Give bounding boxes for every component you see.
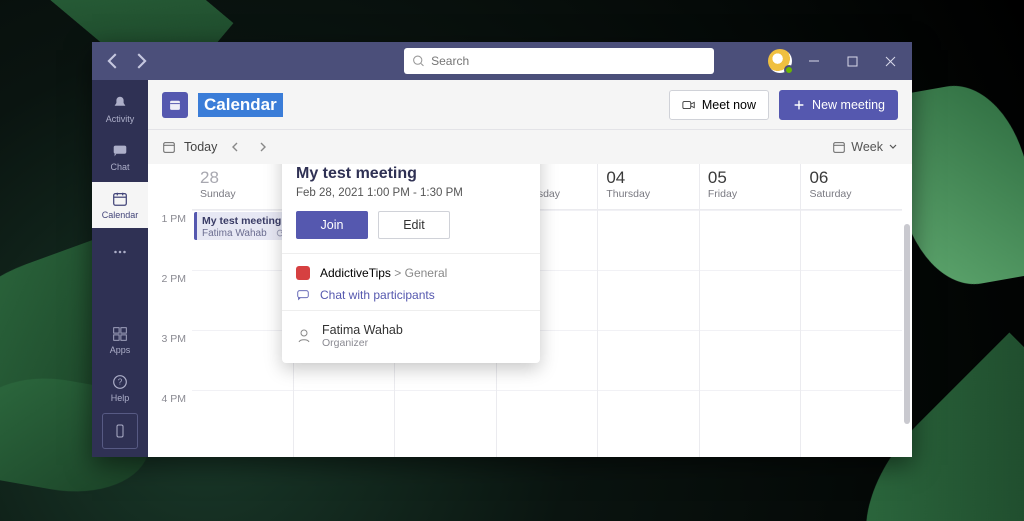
time-label: 2 PM	[148, 270, 192, 330]
calendar-grid: 28Sunday 01Monday 02Tuesday 03Wednesday …	[148, 164, 912, 457]
rail-label: Calendar	[102, 210, 139, 220]
rail-item-help[interactable]: ? Help	[92, 365, 148, 411]
rail-item-more[interactable]	[92, 230, 148, 276]
video-icon	[682, 98, 696, 112]
view-label: Week	[851, 140, 883, 154]
app-rail: Activity Chat Calendar Apps ? H	[92, 80, 148, 457]
rail-item-activity[interactable]: Activity	[92, 86, 148, 132]
maximize-icon	[847, 56, 858, 67]
day-column[interactable]	[800, 210, 902, 457]
team-avatar-icon	[296, 266, 310, 280]
chat-link[interactable]: Chat with participants	[320, 288, 435, 302]
rail-label: Help	[111, 393, 130, 403]
svg-text:?: ?	[118, 378, 123, 387]
today-button[interactable]: Today	[184, 140, 217, 154]
day-column[interactable]: My test meeting Fatima Wahab⟳	[192, 210, 293, 457]
calendar-badge-icon	[162, 92, 188, 118]
divider	[282, 253, 540, 254]
button-label: New meeting	[812, 98, 885, 112]
time-label: 1 PM	[148, 210, 192, 270]
channel-name: General	[405, 266, 448, 280]
time-label: 4 PM	[148, 390, 192, 450]
chat-row[interactable]: Chat with participants	[296, 288, 526, 302]
scrollbar-thumb[interactable]	[904, 224, 910, 424]
button-label: Meet now	[702, 98, 756, 112]
today-icon	[162, 140, 176, 154]
chat-icon	[296, 288, 310, 302]
presence-badge	[784, 65, 794, 75]
meet-now-button[interactable]: Meet now	[669, 90, 769, 120]
chat-icon	[111, 142, 129, 160]
forward-button[interactable]	[130, 49, 152, 73]
popover-title: My test meeting	[296, 165, 526, 183]
event-title: My test meeting	[202, 215, 286, 227]
divider	[282, 310, 540, 311]
chevron-left-icon	[229, 141, 241, 153]
search-box[interactable]	[404, 48, 714, 74]
prev-week-button[interactable]	[225, 137, 245, 157]
time-label: 3 PM	[148, 330, 192, 390]
minimize-button[interactable]	[798, 47, 830, 75]
join-button[interactable]: Join	[296, 211, 368, 239]
chevron-down-icon	[888, 142, 898, 152]
calendar-icon	[111, 190, 129, 208]
day-column[interactable]	[597, 210, 699, 457]
new-meeting-button[interactable]: New meeting	[779, 90, 898, 120]
main-area: Calendar Meet now New meeting Today	[148, 80, 912, 457]
person-name: Fatima Wahab	[322, 323, 403, 337]
rail-item-calendar[interactable]: Calendar	[92, 182, 148, 228]
page-title: Calendar	[198, 93, 283, 117]
person-role: Organizer	[322, 337, 403, 349]
rail-item-download[interactable]	[102, 413, 138, 449]
time-gutter: 1 PM 2 PM 3 PM 4 PM	[148, 210, 192, 457]
titlebar	[92, 42, 912, 80]
event-organizer: Fatima Wahab	[202, 228, 267, 239]
search-input[interactable]	[431, 54, 706, 68]
channel-separator: >	[394, 266, 401, 280]
help-icon: ?	[111, 373, 129, 391]
app-header: Calendar Meet now New meeting	[148, 80, 912, 130]
chevron-left-icon	[102, 50, 124, 72]
rail-label: Apps	[110, 345, 131, 355]
meeting-popover: My calendar My test meeting Feb 28, 2021…	[282, 164, 540, 363]
day-header[interactable]: 05Friday	[699, 164, 801, 209]
rail-item-apps[interactable]: Apps	[92, 317, 148, 363]
minimize-icon	[808, 55, 820, 67]
more-icon	[111, 243, 129, 261]
close-icon	[885, 56, 896, 67]
close-button[interactable]	[874, 47, 906, 75]
channel-row[interactable]: AddictiveTips > General	[296, 266, 526, 280]
person-icon	[296, 328, 312, 344]
day-header[interactable]: 28Sunday	[192, 164, 293, 209]
organizer-row[interactable]: Fatima Wahab Organizer	[296, 323, 526, 349]
apps-icon	[111, 325, 129, 343]
bell-icon	[111, 94, 129, 112]
view-picker[interactable]: Week	[832, 140, 898, 154]
app-window: Activity Chat Calendar Apps ? H	[92, 42, 912, 457]
popover-time: Feb 28, 2021 1:00 PM - 1:30 PM	[296, 187, 526, 199]
device-icon	[112, 423, 128, 439]
back-button[interactable]	[102, 49, 124, 73]
edit-button[interactable]: Edit	[378, 211, 450, 239]
chevron-right-icon	[130, 50, 152, 72]
rail-item-chat[interactable]: Chat	[92, 134, 148, 180]
next-week-button[interactable]	[253, 137, 273, 157]
day-header[interactable]: 06Saturday	[800, 164, 902, 209]
rail-label: Chat	[110, 162, 129, 172]
maximize-button[interactable]	[836, 47, 868, 75]
team-name: AddictiveTips	[320, 266, 391, 280]
day-column[interactable]	[699, 210, 801, 457]
day-header[interactable]: 04Thursday	[597, 164, 699, 209]
calendar-event[interactable]: My test meeting Fatima Wahab⟳	[194, 212, 291, 240]
rail-label: Activity	[106, 114, 135, 124]
avatar[interactable]	[768, 49, 792, 73]
plus-icon	[792, 98, 806, 112]
calendar-toolbar: Today Week	[148, 130, 912, 164]
search-icon	[412, 54, 425, 68]
chevron-right-icon	[257, 141, 269, 153]
calendar-small-icon	[832, 140, 846, 154]
